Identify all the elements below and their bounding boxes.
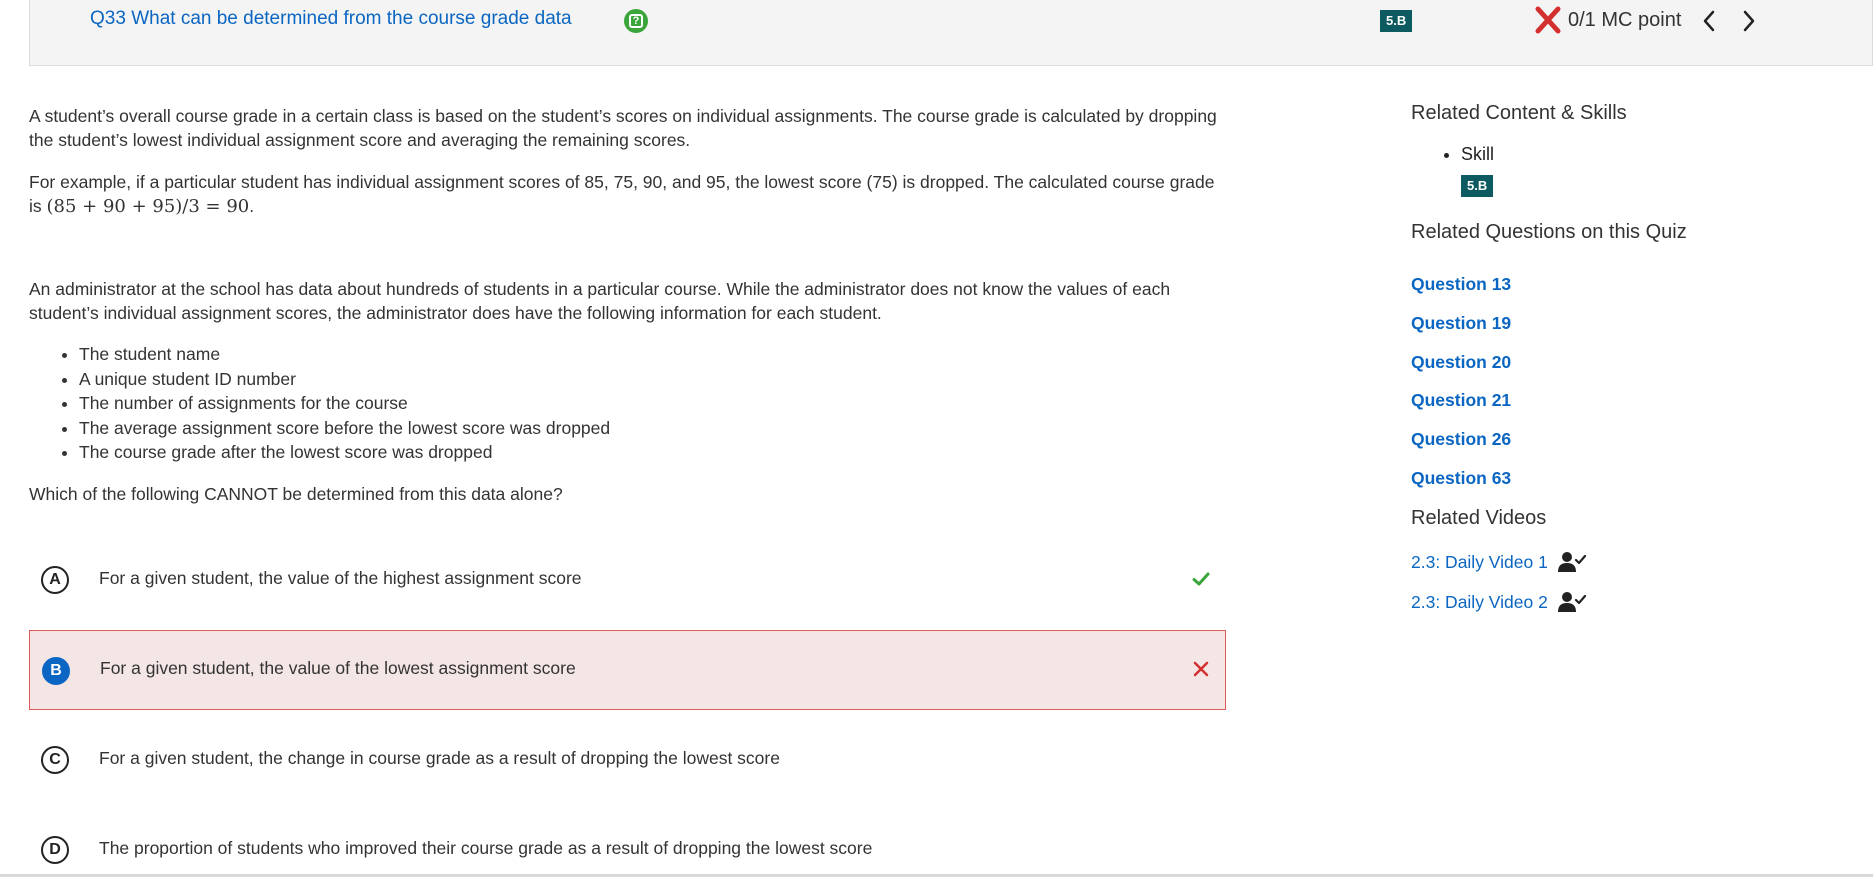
related-question-link[interactable]: Question 20 <box>1411 352 1511 373</box>
choice-text: For a given student, the value of the lo… <box>100 658 576 678</box>
related-question-link[interactable]: Question 19 <box>1411 313 1511 334</box>
math-expression: (85 + 90 + 95)/3 = 90 <box>46 196 250 217</box>
choice-letter: B <box>42 657 70 685</box>
choice-letter: D <box>41 836 69 864</box>
related-question-link[interactable]: Question 63 <box>1411 468 1511 489</box>
choice-letter: A <box>41 566 69 594</box>
chevron-right-icon[interactable] <box>1738 7 1760 35</box>
choice-a[interactable]: A For a given student, the value of the … <box>29 540 1226 620</box>
choice-text: The proportion of students who improved … <box>99 838 873 858</box>
question-paragraph-1: A student’s overall course grade in a ce… <box>29 106 1217 150</box>
related-videos-heading: Related Videos <box>1411 507 1547 529</box>
video-link-1[interactable]: 2.3: Daily Video 1 <box>1411 550 1586 574</box>
question-prompt: Which of the following CANNOT be determi… <box>29 484 563 504</box>
list-item: The student name <box>79 342 610 367</box>
person-check-icon <box>1557 592 1586 612</box>
choice-d[interactable]: D The proportion of students who improve… <box>29 810 1226 890</box>
related-content-heading: Related Content & Skills <box>1411 102 1627 124</box>
video-link-2[interactable]: 2.3: Daily Video 2 <box>1411 590 1586 614</box>
choice-text: For a given student, the value of the hi… <box>99 568 582 588</box>
video-link-label: 2.3: Daily Video 2 <box>1411 591 1548 612</box>
question-title[interactable]: Q33 What can be determined from the cour… <box>90 8 572 30</box>
related-question-link[interactable]: Question 21 <box>1411 390 1511 411</box>
help-icon[interactable]: ? <box>624 9 648 33</box>
list-item: The course grade after the lowest score … <box>79 440 610 465</box>
paragraph-2-suffix: . <box>249 196 255 216</box>
video-link-label: 2.3: Daily Video 1 <box>1411 551 1548 572</box>
skill-list: Skill <box>1411 144 1494 165</box>
choice-c[interactable]: C For a given student, the change in cou… <box>29 720 1226 800</box>
choice-letter: C <box>41 746 69 774</box>
checkmark-icon <box>1192 572 1210 586</box>
related-questions-heading: Related Questions on this Quiz <box>1411 221 1687 243</box>
question-header: Q33 What can be determined from the cour… <box>29 0 1873 66</box>
list-item: The average assignment score before the … <box>79 416 610 441</box>
question-paragraph-2: For example, if a particular student has… <box>29 170 1229 219</box>
related-question-link[interactable]: Question 13 <box>1411 274 1511 295</box>
header-skill-badge: 5.B <box>1380 10 1413 32</box>
choice-text: For a given student, the change in cours… <box>99 748 780 768</box>
choice-b[interactable]: B For a given student, the value of the … <box>29 630 1226 710</box>
chevron-left-icon[interactable] <box>1698 7 1720 35</box>
list-item: The number of assignments for the course <box>79 391 610 416</box>
person-check-icon <box>1557 552 1586 572</box>
list-item: A unique student ID number <box>79 367 610 392</box>
sidebar-skill-badge[interactable]: 5.B <box>1461 175 1494 197</box>
incorrect-x-icon <box>1535 6 1561 34</box>
question-paragraph-3: An administrator at the school has data … <box>29 279 1171 323</box>
close-x-icon <box>1193 661 1209 677</box>
score-text: 0/1 MC point <box>1568 9 1682 31</box>
related-question-link[interactable]: Question 26 <box>1411 429 1511 450</box>
skill-label: Skill <box>1461 144 1494 165</box>
info-list: The student name A unique student ID num… <box>29 342 610 465</box>
